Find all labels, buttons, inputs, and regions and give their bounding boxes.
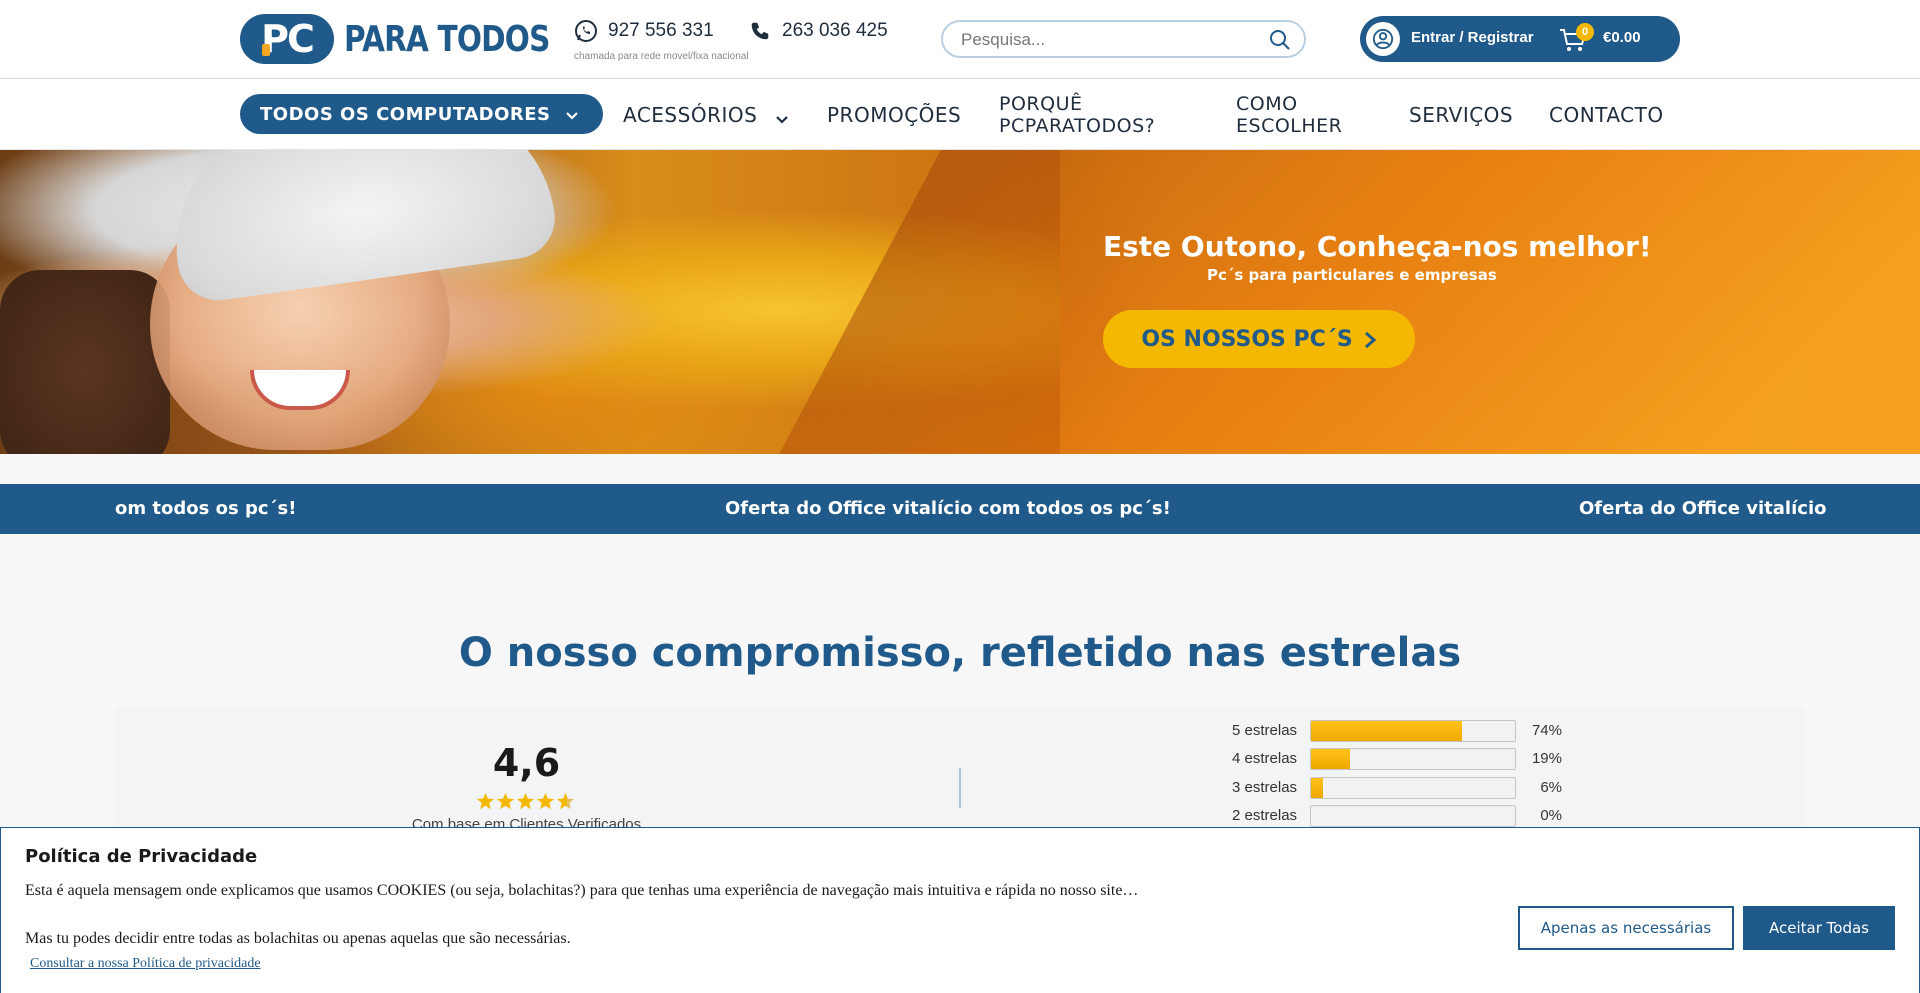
rating-row-5: 5 estrelas 74% (1232, 720, 1562, 742)
nav-label: PROMOÇÕES (827, 102, 962, 127)
login-register-link[interactable]: Entrar / Registrar (1411, 29, 1534, 46)
account-cart-bar: Entrar / Registrar 0 €0.00 (1360, 16, 1680, 62)
promo-marquee: om todos os pc´s! Oferta do Office vital… (0, 484, 1920, 534)
marquee-item: Oferta do Office vitalício com todos os … (725, 498, 1171, 519)
chevron-down-icon (565, 107, 579, 121)
rating-row-percent: 6% (1540, 779, 1562, 796)
nav-label: TODOS OS COMPUTADORES (260, 103, 551, 125)
search-input[interactable] (961, 29, 1251, 51)
rating-bar-track (1310, 777, 1516, 799)
rating-row-percent: 74% (1531, 722, 1562, 739)
main-nav: TODOS OS COMPUTADORES ACESSÓRIOS PROMOÇÕ… (0, 79, 1920, 150)
rating-bar-fill (1311, 778, 1324, 798)
cookie-title: Política de Privacidade (25, 846, 258, 867)
nav-label-line1: COMO (1236, 92, 1298, 115)
cookie-banner: Política de Privacidade Esta é aquela me… (0, 827, 1920, 993)
accept-all-button[interactable]: Aceitar Todas (1743, 906, 1895, 950)
marquee-item: Oferta do Office vitalício (1579, 498, 1827, 519)
privacy-policy-link[interactable]: Consultar a nossa Política de privacidad… (30, 956, 261, 972)
chevron-down-icon (775, 108, 789, 124)
nav-why-us[interactable]: PORQUÊ PCPARATODOS? (999, 79, 1155, 150)
cookie-text-2: Mas tu podes decidir entre todas as bola… (25, 930, 571, 947)
user-icon[interactable] (1366, 22, 1400, 56)
star-icon (496, 792, 515, 810)
chevron-right-icon (1363, 330, 1377, 349)
hero-title: Este Outono, Conheça-nos melhor! (1103, 230, 1652, 263)
nav-promotions[interactable]: PROMOÇÕES (827, 79, 961, 150)
necessary-only-button[interactable]: Apenas as necessárias (1518, 906, 1734, 950)
logo-badge: PC (240, 14, 334, 64)
star-icon (476, 792, 495, 810)
rating-score: 4,6 (492, 741, 561, 785)
cart-total[interactable]: €0.00 (1603, 29, 1641, 46)
search-bar (941, 20, 1306, 58)
reviews-title: O nosso compromisso, refletido nas estre… (458, 630, 1462, 676)
rating-row-label: 2 estrelas (1232, 807, 1298, 824)
nav-how-to-choose[interactable]: COMO ESCOLHER (1236, 79, 1342, 150)
cart-count-badge: 0 (1576, 23, 1594, 41)
rating-row-label: 4 estrelas (1232, 750, 1298, 767)
nav-label-line2: PCPARATODOS? (999, 114, 1156, 137)
nav-label: CONTACTO (1549, 102, 1664, 127)
rating-row-3: 3 estrelas 6% (1232, 777, 1562, 799)
hero-subtitle: Pc´s para particulares e empresas (1207, 266, 1497, 284)
rating-bar-fill (1311, 721, 1462, 741)
marquee-item: om todos os pc´s! (115, 498, 297, 519)
reviews-divider (959, 768, 961, 808)
nav-label-line2: ESCOLHER (1236, 114, 1343, 137)
rating-bar-fill (1311, 749, 1350, 769)
rating-bar-track (1310, 805, 1516, 827)
rating-row-label: 5 estrelas (1232, 722, 1298, 739)
search-icon[interactable] (1268, 28, 1292, 52)
site-header: PC PARA TODOS 927 556 331 263 036 425 ch… (0, 0, 1920, 79)
hero-cta-button[interactable]: OS NOSSOS PC´S (1103, 310, 1415, 368)
nav-accessories[interactable]: ACESSÓRIOS (623, 79, 789, 150)
hero-banner: Este Outono, Conheça-nos melhor! Pc´s pa… (0, 150, 1920, 454)
landline-number: 263 036 425 (782, 20, 888, 41)
whatsapp-icon (574, 19, 598, 43)
site-logo[interactable]: PC PARA TODOS (240, 14, 595, 64)
rating-row-percent: 0% (1540, 807, 1562, 824)
whatsapp-phone[interactable]: 927 556 331 (574, 19, 714, 43)
rating-stars (476, 792, 576, 812)
cookie-text-1: Esta é aquela mensagem onde explicamos q… (25, 882, 1139, 899)
hero-diagonal-band (779, 150, 1920, 454)
whatsapp-number: 927 556 331 (608, 20, 714, 41)
nav-contact[interactable]: CONTACTO (1549, 79, 1664, 150)
nav-label-line1: PORQUÊ (999, 92, 1083, 115)
logo-text: PARA TODOS (344, 18, 550, 60)
logo-dot (262, 44, 270, 56)
rating-bar-track (1310, 720, 1516, 742)
star-icon (516, 792, 535, 810)
nav-all-computers[interactable]: TODOS OS COMPUTADORES (240, 94, 603, 134)
rating-row-2: 2 estrelas 0% (1232, 805, 1562, 827)
hero-cta-label: OS NOSSOS PC´S (1141, 326, 1353, 352)
nav-label: SERVIÇOS (1409, 102, 1514, 127)
star-half-icon (556, 792, 575, 810)
phone-note: chamada para rede movel/fixa nacional (574, 51, 749, 62)
phone-icon (748, 19, 772, 43)
hero-scarf (0, 270, 170, 454)
rating-row-4: 4 estrelas 19% (1232, 748, 1562, 770)
landline-phone[interactable]: 263 036 425 (748, 19, 888, 43)
star-icon (536, 792, 555, 810)
rating-row-percent: 19% (1531, 750, 1562, 767)
rating-row-label: 3 estrelas (1232, 779, 1298, 796)
nav-label: ACESSÓRIOS (623, 102, 758, 127)
nav-services[interactable]: SERVIÇOS (1409, 79, 1513, 150)
rating-bar-track (1310, 748, 1516, 770)
